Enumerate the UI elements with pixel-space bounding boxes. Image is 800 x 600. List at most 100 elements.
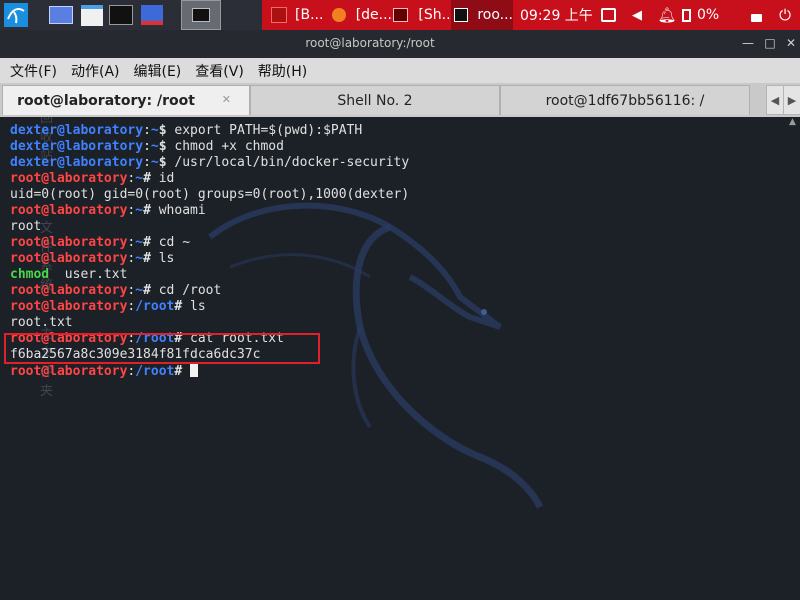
terminal-line: root@laboratory:/root# ls	[10, 299, 409, 315]
prompt-user: root@laboratory	[10, 203, 128, 218]
prompt-path: /root	[135, 364, 175, 379]
task-firefox[interactable]: [de...	[332, 0, 392, 30]
task-label: [Sh...	[418, 7, 455, 23]
terminal-icon[interactable]	[108, 0, 134, 30]
terminal-view[interactable]: 回收站 文件系统 主文件夹 dexter@laboratory:~$ expor…	[0, 117, 785, 600]
prompt-symbol: #	[143, 251, 151, 266]
terminal-icon	[393, 8, 409, 22]
scroll-up-icon[interactable]: ▲	[788, 117, 797, 127]
terminal-line: uid=0(root) gid=0(root) groups=0(root),1…	[10, 187, 409, 203]
command-text	[182, 364, 190, 379]
prompt-symbol: $	[158, 139, 167, 154]
power-icon[interactable]: ⏻	[775, 0, 795, 30]
prompt-colon: :	[143, 123, 151, 138]
display-icon[interactable]	[600, 0, 616, 30]
terminal-line: root@laboratory:~# whoami	[10, 203, 409, 219]
prompt-user: root@laboratory	[10, 364, 128, 379]
prompt-user: dexter@laboratory	[10, 139, 144, 154]
prompt-colon: :	[143, 139, 151, 154]
prompt-symbol: #	[143, 203, 151, 218]
maximize-button[interactable]: □	[762, 35, 778, 51]
terminal-line: dexter@laboratory:~$ /usr/local/bin/dock…	[10, 155, 409, 171]
command-text: cd /root	[150, 283, 222, 298]
tab-label: Shell No. 2	[337, 92, 413, 109]
prompt-user: root@laboratory	[10, 283, 128, 298]
output-text: uid=0(root) gid=0(root) groups=0(root),1…	[10, 187, 410, 202]
burp-icon	[271, 7, 287, 23]
task-label: [de...	[355, 7, 392, 23]
workspace-button[interactable]	[181, 0, 221, 30]
prompt-symbol: #	[143, 235, 151, 250]
command-text: export PATH=$(pwd):$PATH	[166, 123, 363, 138]
menu-help[interactable]: 帮助(H)	[258, 61, 307, 81]
prompt-symbol: #	[143, 171, 151, 186]
prompt-path: ~	[135, 171, 144, 186]
terminal-line: root	[10, 219, 409, 235]
menu-view[interactable]: 查看(V)	[195, 61, 244, 81]
notification-bell-icon[interactable]: 🔔︎	[658, 0, 676, 30]
menu-edit[interactable]: 编辑(E)	[134, 61, 182, 81]
screen-record-icon[interactable]	[139, 0, 165, 30]
kali-menu-icon[interactable]	[2, 0, 30, 30]
terminal-icon	[454, 8, 469, 22]
volume-icon[interactable]: ◀	[627, 0, 647, 30]
tab-root-laboratory[interactable]: root@laboratory: /root ✕	[2, 85, 250, 115]
prompt-user: root@laboratory	[10, 171, 128, 186]
output-text: root.txt	[10, 315, 73, 330]
prompt-path: ~	[150, 123, 159, 138]
prompt-path: ~	[135, 203, 144, 218]
terminal-line: root.txt	[10, 315, 409, 331]
minimize-button[interactable]: —	[740, 35, 756, 51]
prompt-colon: :	[143, 155, 151, 170]
task-browser[interactable]: [B...	[271, 0, 331, 30]
command-text: /usr/local/bin/docker-security	[166, 155, 410, 170]
prompt-user: dexter@laboratory	[10, 155, 144, 170]
prompt-user: dexter@laboratory	[10, 123, 144, 138]
terminal-scrollbar[interactable]: ▲	[785, 117, 800, 600]
clock[interactable]: 09:29 上午	[520, 0, 592, 30]
tab-bar: root@laboratory: /root ✕ Shell No. 2 roo…	[0, 83, 800, 117]
window-titlebar[interactable]: root@laboratory:/root — □ ✕	[0, 30, 800, 58]
firefox-icon	[332, 8, 346, 22]
command-text: ls	[150, 251, 175, 266]
tab-close-icon[interactable]: ✕	[222, 93, 231, 106]
terminal-line: chmod user.txt	[10, 267, 409, 283]
battery-indicator[interactable]: 0%	[682, 0, 734, 30]
tab-label: root@laboratory: /root	[17, 92, 195, 109]
prompt-user: root@laboratory	[10, 299, 128, 314]
battery-level: 0%	[697, 7, 720, 23]
terminal-line: dexter@laboratory:~$ chmod +x chmod	[10, 139, 409, 155]
prompt-symbol: #	[143, 283, 151, 298]
files-icon[interactable]	[79, 0, 105, 30]
tab-shell-no-2[interactable]: Shell No. 2	[250, 85, 500, 115]
desktop-icon[interactable]	[48, 0, 74, 30]
prompt-user: root@laboratory	[10, 235, 128, 250]
root-flag-highlight-box	[4, 333, 320, 364]
task-label: [B...	[295, 7, 324, 23]
command-text: chmod +x chmod	[166, 139, 284, 154]
task-root-terminal[interactable]: roo...	[451, 0, 513, 30]
ls-entry: chmod	[10, 267, 50, 282]
tab-scroll-right-icon[interactable]: ▶	[783, 85, 800, 115]
task-shell[interactable]: [Sh...	[393, 0, 455, 30]
prompt-symbol: $	[158, 123, 167, 138]
menu-file[interactable]: 文件(F)	[10, 61, 57, 81]
terminal-line: root@laboratory:~# cd ~	[10, 235, 409, 251]
battery-icon	[682, 8, 691, 22]
window-title: root@laboratory:/root	[305, 36, 435, 50]
workspace-icon	[192, 8, 210, 22]
tab-scroll-left-icon[interactable]: ◀	[766, 85, 784, 115]
tab-root-container[interactable]: root@1df67bb56116: /	[500, 85, 750, 115]
top-panel: [B... [de... [Sh... roo... 09:29 上午 ◀ 🔔︎…	[0, 0, 800, 30]
menu-bar: 文件(F) 动作(A) 编辑(E) 查看(V) 帮助(H)	[0, 58, 800, 83]
task-label: roo...	[477, 7, 513, 23]
menu-actions[interactable]: 动作(A)	[71, 61, 120, 81]
prompt-path: ~	[135, 235, 144, 250]
command-text: whoami	[150, 203, 206, 218]
close-button[interactable]: ✕	[783, 35, 799, 51]
lock-icon[interactable]	[748, 0, 764, 30]
terminal-line: dexter@laboratory:~$ export PATH=$(pwd):…	[10, 123, 409, 139]
terminal-line: root@laboratory:~# ls	[10, 251, 409, 267]
terminal-line: root@laboratory:/root#	[10, 363, 409, 379]
output-text: root	[10, 219, 42, 234]
